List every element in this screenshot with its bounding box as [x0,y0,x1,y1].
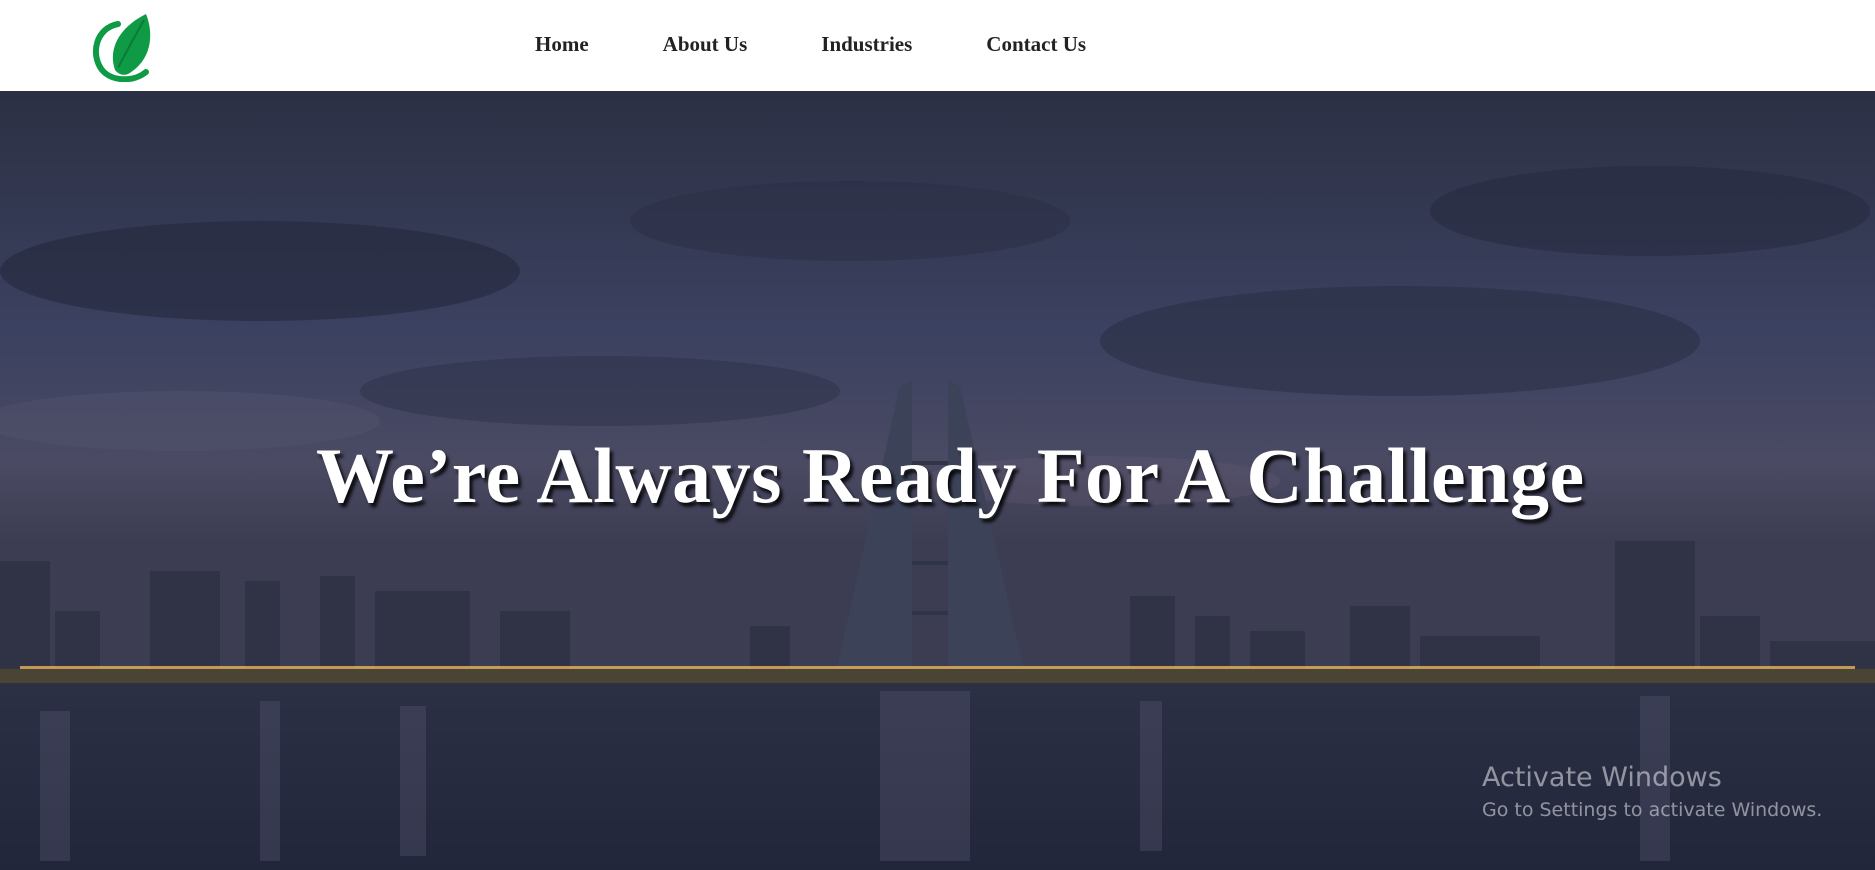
nav-industries-link[interactable]: Industries [821,32,912,57]
nav-contact-us-link[interactable]: Contact Us [986,32,1086,57]
nav-about-us-link[interactable]: About Us [663,32,748,57]
hero-title: We’re Always Ready For A Challenge [316,432,1585,519]
leaf-logo-icon[interactable] [88,10,158,83]
activate-windows-watermark: Activate Windows Go to Settings to activ… [1482,761,1822,825]
watermark-subtitle: Go to Settings to activate Windows. [1482,799,1823,821]
nav-home-link[interactable]: Home [535,32,589,57]
watermark-title: Activate Windows [1482,762,1722,793]
main-nav: Home About Us Industries Contact Us [535,32,1160,57]
hero-section: We’re Always Ready For A Challenge Activ… [0,91,1875,870]
site-header: Home About Us Industries Contact Us [0,0,1875,91]
